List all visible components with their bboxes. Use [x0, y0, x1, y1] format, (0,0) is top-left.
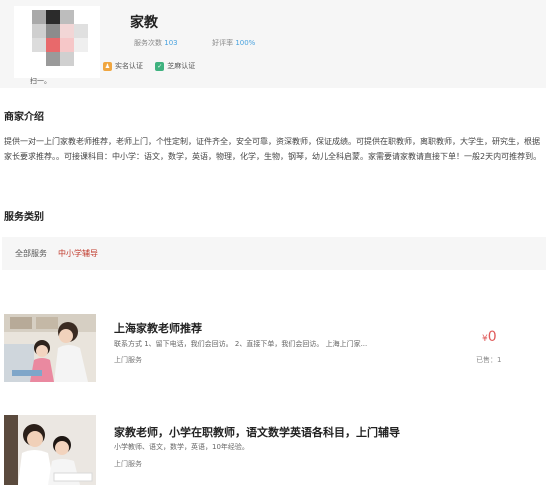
sesame-verified-icon: ✓ [155, 61, 165, 71]
price-value: 0 [487, 329, 497, 345]
service-thumbnail[interactable] [4, 314, 96, 382]
cert-row: ♟ 实名认证 ✓ 芝麻认证 [103, 61, 205, 71]
merchant-qr-code[interactable]: 扫一。 [14, 6, 100, 85]
cert-badge-sesame: ✓ 芝麻认证 [155, 61, 195, 71]
cert-label: 芝麻认证 [167, 62, 196, 70]
category-filter-bar: 全部服务 中小学辅导 [2, 237, 546, 270]
cert-badge-id: ♟ 实名认证 [103, 61, 143, 71]
qr-caption: 扫一。 [30, 77, 51, 85]
intro-section-title: 商家介绍 [4, 112, 44, 123]
service-card[interactable]: 上海家教老师推荐 联系方式 1、留下电话，我们会回访。 2、直接下单，我们会回访… [0, 314, 546, 389]
id-verified-icon: ♟ [103, 61, 112, 71]
sold-count: 已售：1 [476, 356, 502, 364]
service-price: ¥0 [482, 329, 497, 345]
rating-value: 100% [235, 39, 256, 47]
merchant-stats: 服务次数 103 好评率 100% [134, 38, 255, 48]
category-section-title: 服务类别 [4, 212, 44, 223]
service-title[interactable]: 家教老师，小学在职教师，语文数学英语各科目，上门辅导 [114, 424, 400, 440]
cert-label: 实名认证 [115, 62, 143, 70]
service-thumbnail[interactable] [4, 415, 96, 485]
service-title[interactable]: 上海家教老师推荐 [114, 320, 202, 336]
service-count-value: 103 [164, 39, 178, 47]
rating-label: 好评率 [212, 39, 234, 47]
service-description: 联系方式 1、留下电话，我们会回访。 2、直接下单，我们会回访。 上海上门家..… [114, 340, 368, 348]
service-tag: 上门服务 [114, 460, 142, 468]
category-all[interactable]: 全部服务 [15, 248, 47, 259]
service-count-label: 服务次数 [134, 39, 162, 47]
service-card[interactable]: 家教老师，小学在职教师，语文数学英语各科目，上门辅导 小学教师、语文，数学，英语… [0, 415, 546, 485]
intro-text: 提供一对一上门家教老师推荐，老师上门，个性定制，证件齐全，安全可靠，资深教师，保… [4, 137, 542, 161]
merchant-name: 家教 [130, 15, 158, 31]
service-description: 小学教师、语文，数学，英语，10年经验。 [114, 443, 249, 451]
category-item-primary-secondary-tutoring[interactable]: 中小学辅导 [58, 248, 98, 259]
merchant-card: 扫一。 家教 服务次数 103 好评率 100% ♟ 实名认证 ✓ 芝麻认证 [0, 0, 546, 88]
service-tag: 上门服务 [114, 356, 142, 364]
